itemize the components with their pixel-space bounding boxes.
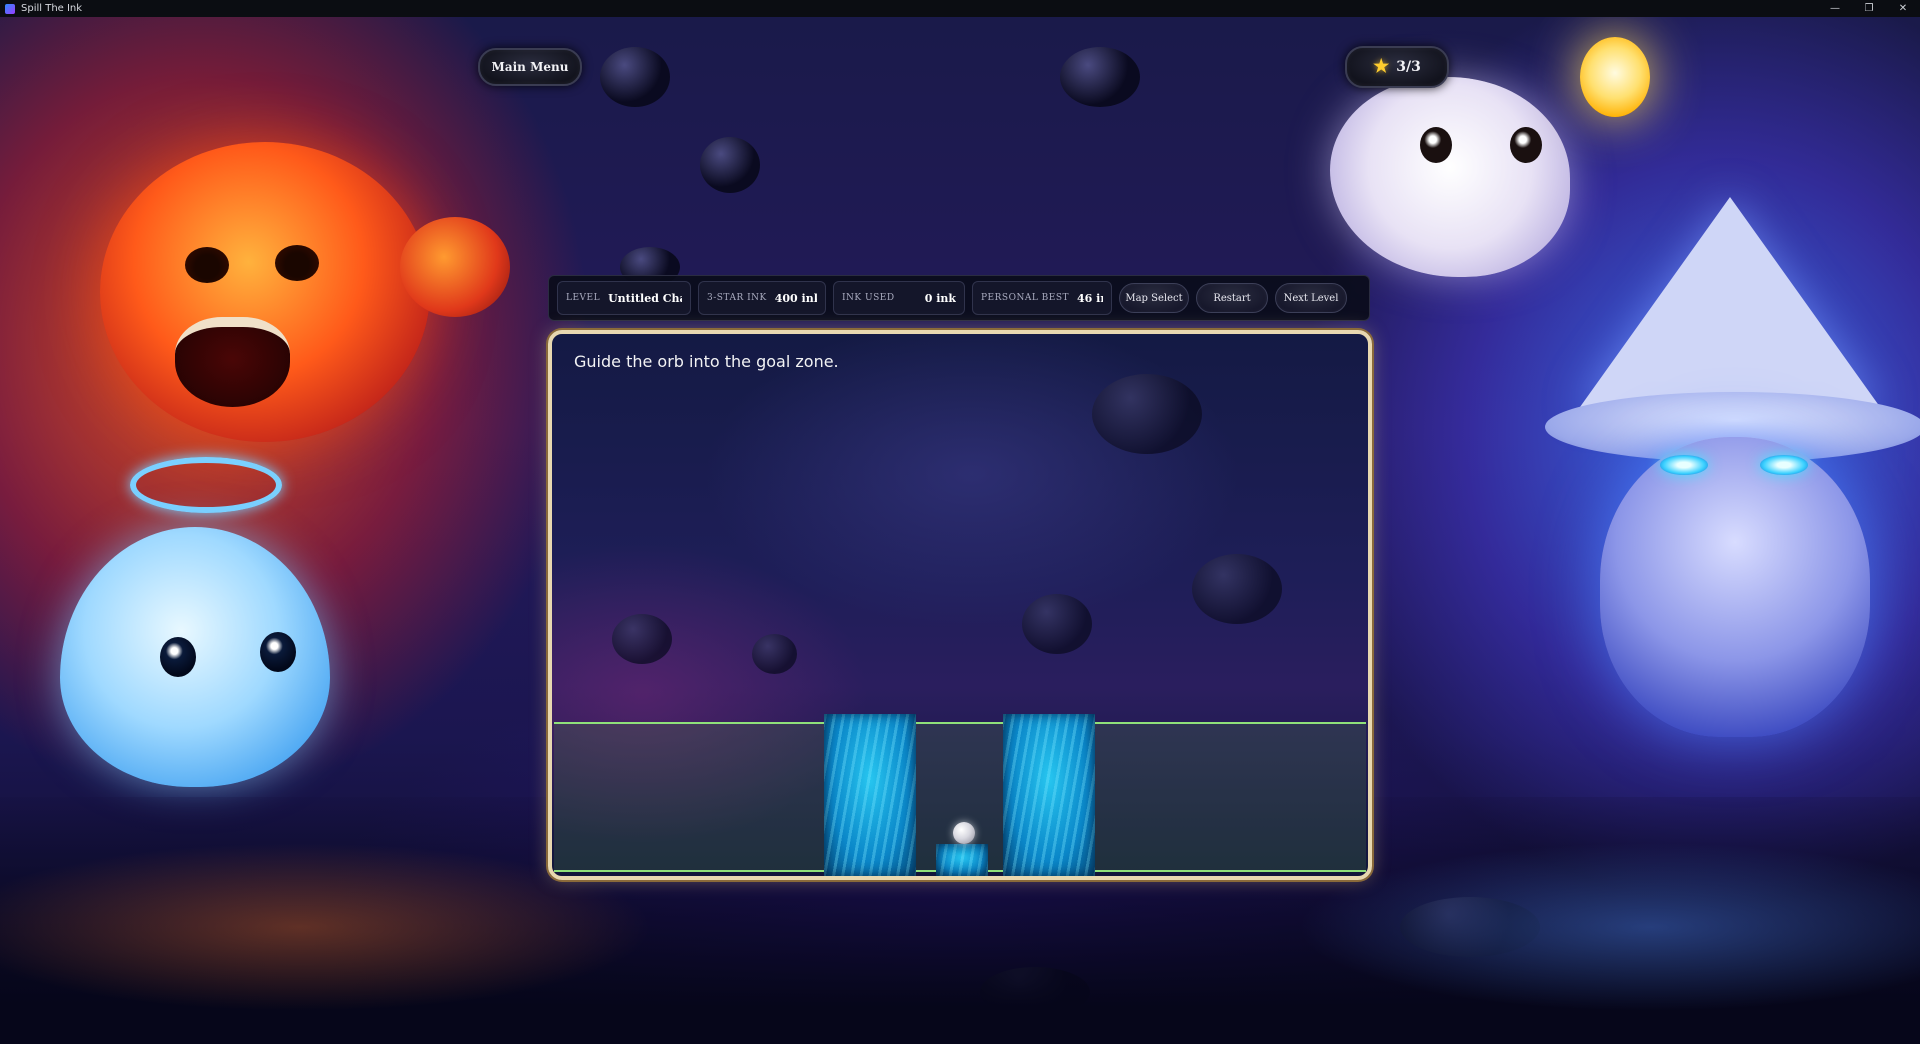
halo-illustration xyxy=(130,457,282,513)
window-title: Spill The Ink xyxy=(21,3,83,14)
ink-used-label: INK USED xyxy=(842,293,895,303)
map-select-button[interactable]: Map Select xyxy=(1119,283,1189,313)
ink-used-stat: INK USED 0 ink xyxy=(833,281,965,315)
app-icon xyxy=(5,3,15,14)
drop-eye-left xyxy=(160,637,196,677)
lightbulb-illustration xyxy=(1580,37,1650,117)
orb xyxy=(953,822,975,844)
level-stats-bar: LEVEL Untitled Chamber 3-STAR INK 400 in… xyxy=(548,275,1370,321)
three-star-ink-stat: 3-STAR INK 400 ink xyxy=(698,281,826,315)
ink-drop-decoration xyxy=(1060,47,1140,107)
cloud-eye-right xyxy=(1510,127,1542,163)
wizard-eye-right xyxy=(1760,455,1808,475)
three-star-ink-label: 3-STAR INK xyxy=(707,293,767,303)
star-count: 3/3 xyxy=(1396,59,1421,75)
wizard-hat-illustration xyxy=(1580,197,1880,407)
fire-fist-illustration xyxy=(400,217,510,317)
star-icon: ★ xyxy=(1373,56,1390,77)
personal-best-label: PERSONAL BEST xyxy=(981,293,1070,303)
restart-button[interactable]: Restart xyxy=(1196,283,1268,313)
star-rating-badge: ★ 3/3 xyxy=(1345,46,1449,88)
board-ink-splash xyxy=(1092,374,1202,454)
game-board[interactable]: Guide the orb into the goal zone. xyxy=(548,330,1372,880)
board-ink-splash xyxy=(752,634,797,674)
cloud-creature-illustration xyxy=(1330,77,1570,277)
wizard-illustration xyxy=(1600,437,1870,737)
drop-eye-right xyxy=(260,632,296,672)
cloud-eye-left xyxy=(1420,127,1452,163)
game-window: Spill The Ink — ❐ ✕ Main Menu ★ 3/3 LEVE… xyxy=(0,0,1920,1044)
ink-used-value: 0 ink xyxy=(924,291,956,305)
next-level-button[interactable]: Next Level xyxy=(1275,283,1347,313)
fire-eye-left xyxy=(185,247,229,283)
main-menu-button[interactable]: Main Menu xyxy=(478,48,582,86)
level-label: LEVEL xyxy=(566,293,601,303)
fire-eye-right xyxy=(275,245,319,281)
minimize-button[interactable]: — xyxy=(1818,0,1852,17)
board-ink-splash xyxy=(1192,554,1282,624)
three-star-ink-value: 400 ink xyxy=(774,291,817,305)
personal-best-stat: PERSONAL BEST 46 ink xyxy=(972,281,1112,315)
fire-mouth xyxy=(175,317,290,407)
close-button[interactable]: ✕ xyxy=(1886,0,1920,17)
water-pillar-right xyxy=(1003,714,1095,876)
window-controls: — ❐ ✕ xyxy=(1818,0,1920,17)
personal-best-value: 46 ink xyxy=(1077,291,1103,305)
ink-drop-decoration xyxy=(700,137,760,193)
board-ink-splash xyxy=(1022,594,1092,654)
water-block-pedestal xyxy=(936,844,988,876)
level-stat: LEVEL Untitled Chamber xyxy=(557,281,691,315)
main-menu-label: Main Menu xyxy=(491,60,569,74)
ink-drop-decoration xyxy=(600,47,670,107)
level-name: Untitled Chamber xyxy=(608,291,682,305)
board-instruction: Guide the orb into the goal zone. xyxy=(574,352,839,371)
wizard-eye-left xyxy=(1660,455,1708,475)
restore-button[interactable]: ❐ xyxy=(1852,0,1886,17)
window-titlebar: Spill The Ink — ❐ ✕ xyxy=(0,0,1920,17)
water-pillar-left xyxy=(824,714,916,876)
board-ink-splash xyxy=(612,614,672,664)
